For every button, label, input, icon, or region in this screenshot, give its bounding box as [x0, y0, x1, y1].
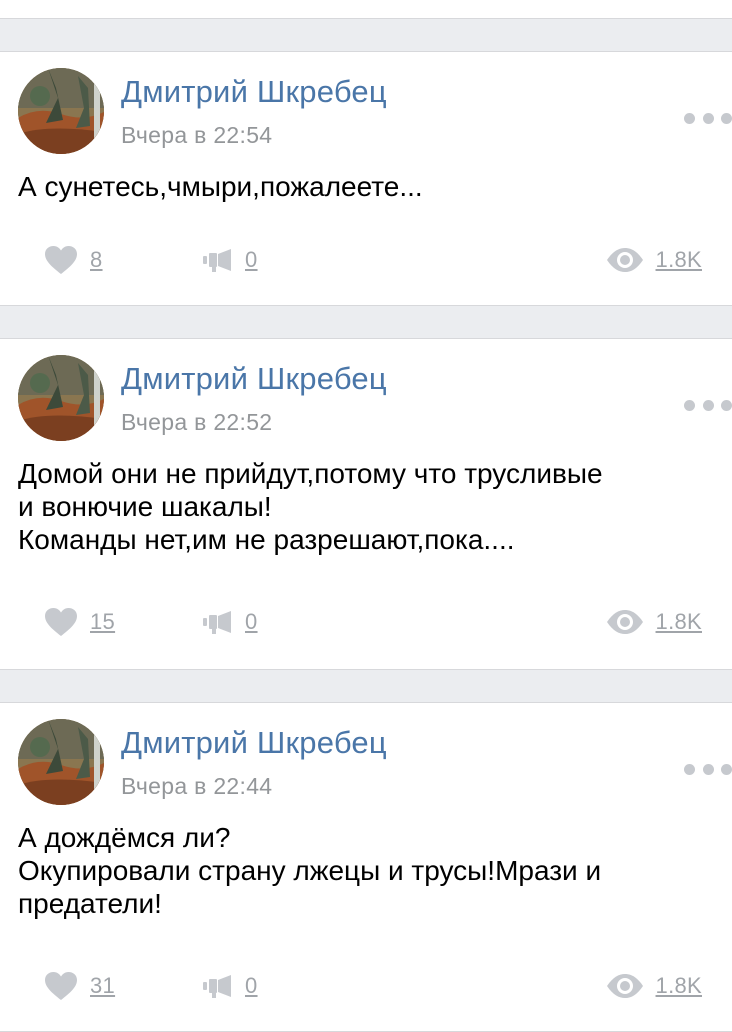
heart-icon	[45, 608, 77, 636]
feed-separator	[0, 306, 732, 338]
eye-icon	[606, 248, 643, 272]
share-button[interactable]: 0	[203, 604, 258, 640]
feed-post: Дмитрий Шкребец Вчера в 22:44 А дождёмся…	[0, 702, 732, 1032]
more-dots-icon[interactable]	[684, 110, 732, 126]
like-count: 15	[90, 609, 116, 634]
feed-post: Дмитрий Шкребец Вчера в 22:54 А сунетесь…	[0, 51, 732, 306]
post-timestamp[interactable]: Вчера в 22:52	[121, 409, 272, 436]
post-actions-bar: 8 0 1.8K	[0, 242, 732, 278]
author-name-link[interactable]: Дмитрий Шкребец	[121, 361, 387, 397]
share-count: 0	[245, 609, 258, 634]
author-avatar[interactable]	[18, 355, 104, 441]
post-text-line: Домой они не прийдут,потому что трусливы…	[18, 458, 603, 489]
feed-separator	[0, 670, 732, 702]
heart-icon	[45, 246, 77, 274]
share-count: 0	[245, 247, 258, 272]
post-timestamp[interactable]: Вчера в 22:44	[121, 773, 272, 800]
more-dots-icon[interactable]	[684, 761, 732, 777]
post-text-line: А сунетесь,чмыри,пожалеете...	[18, 171, 423, 202]
more-dots-icon[interactable]	[684, 397, 732, 413]
post-timestamp[interactable]: Вчера в 22:54	[121, 122, 272, 149]
views-count: 1.8K	[655, 247, 702, 272]
heart-icon	[45, 972, 77, 1000]
author-avatar[interactable]	[18, 68, 104, 154]
previous-post-bottom-edge	[0, 0, 732, 19]
like-count: 8	[90, 247, 103, 272]
like-count: 31	[90, 973, 116, 998]
megaphone-icon	[203, 611, 231, 634]
post-text-line: Команды нет,им не разрешают,пока....	[18, 524, 515, 555]
eye-icon	[606, 974, 643, 998]
post-text-line: Окупировали страну лжецы и трусы!Мрази и	[18, 855, 602, 886]
megaphone-icon	[203, 249, 231, 272]
author-name-link[interactable]: Дмитрий Шкребец	[121, 725, 387, 761]
like-button[interactable]: 8	[44, 242, 103, 278]
post-text-line: предатели!	[18, 888, 162, 919]
feed-separator	[0, 19, 732, 51]
post-text: Домой они не прийдут,потому что трусливы…	[18, 457, 718, 556]
like-button[interactable]: 15	[44, 604, 115, 640]
author-avatar[interactable]	[18, 719, 104, 805]
megaphone-icon	[203, 975, 231, 998]
author-name-link[interactable]: Дмитрий Шкребец	[121, 74, 387, 110]
post-text-line: А дождёмся ли?	[18, 822, 231, 853]
share-button[interactable]: 0	[203, 242, 258, 278]
eye-icon	[606, 610, 643, 634]
post-text: А дождёмся ли? Окупировали страну лжецы …	[18, 821, 718, 920]
feed-post: Дмитрий Шкребец Вчера в 22:52 Домой они …	[0, 338, 732, 670]
post-actions-bar: 15 0 1.8K	[0, 604, 732, 640]
news-feed: Дмитрий Шкребец Вчера в 22:54 А сунетесь…	[0, 0, 732, 1032]
share-count: 0	[245, 973, 258, 998]
views-count: 1.8K	[655, 973, 702, 998]
views-count: 1.8K	[655, 609, 702, 634]
post-text-line: и вонючие шакалы!	[18, 491, 272, 522]
views-counter[interactable]: 1.8K	[606, 604, 702, 640]
views-counter[interactable]: 1.8K	[606, 242, 702, 278]
post-text: А сунетесь,чмыри,пожалеете...	[18, 170, 718, 203]
